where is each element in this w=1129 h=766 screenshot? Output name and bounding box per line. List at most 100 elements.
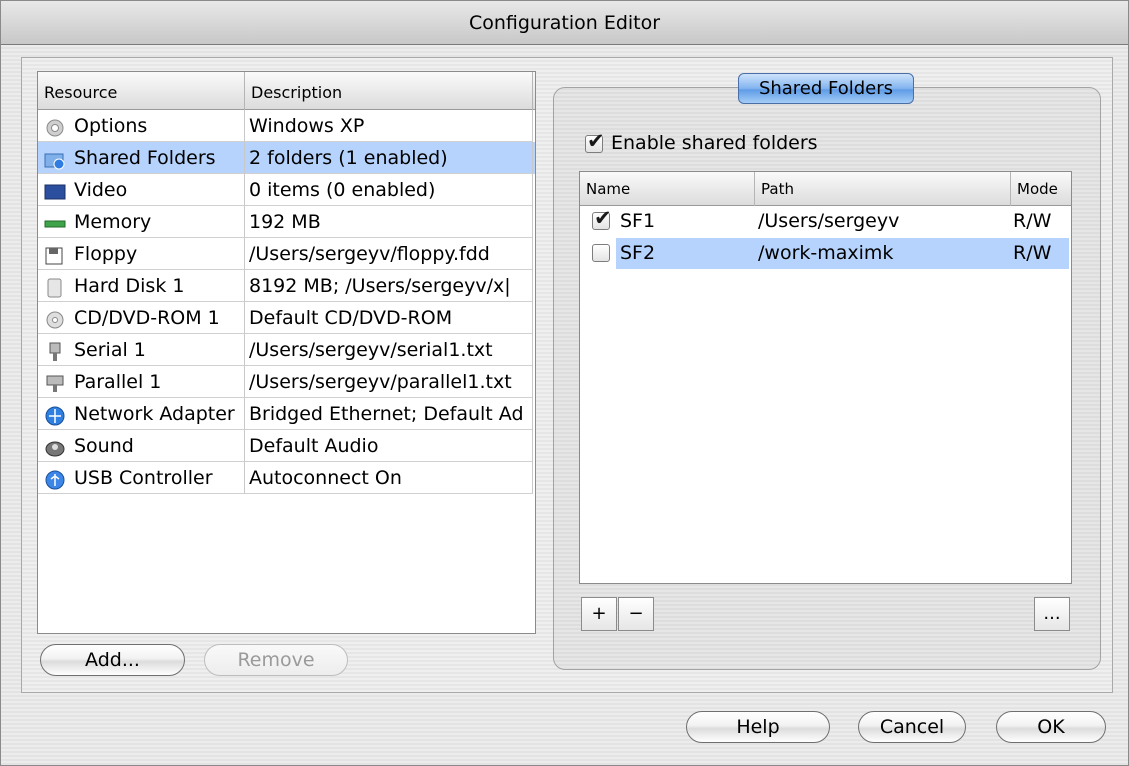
resource-description-cell: Default Audio [245,430,533,462]
resource-description: Default CD/DVD-ROM [249,307,453,329]
resource-description: Autoconnect On [249,467,402,489]
resource-name: Sound [74,435,134,457]
add-folder-button[interactable]: + [581,597,617,631]
resource-description: 0 items (0 enabled) [249,179,436,201]
resource-name-cell: CD/DVD-ROM 1 [38,302,245,334]
resource-name: Network Adapter [74,403,235,425]
resource-name-cell: Hard Disk 1 [38,270,245,302]
resource-description-cell: 0 items (0 enabled) [245,174,533,206]
resource-row[interactable]: Hard Disk 1 8192 MB; /Users/sergeyv/x| [38,270,535,302]
resource-row[interactable]: Serial 1/Users/sergeyv/serial1.txt [38,334,535,366]
resource-row[interactable]: Floppy/Users/sergeyv/floppy.fdd [38,238,535,270]
resource-row[interactable]: Options Windows XP [38,110,535,142]
folder-path: /work-maximk [758,242,894,264]
enable-shared-folders-label[interactable]: Enable shared folders [611,132,818,154]
folder-name: SF2 [620,242,656,264]
resource-name-cell: Memory [38,206,245,238]
resource-name: Parallel 1 [74,371,162,393]
gear-icon [44,116,66,137]
resource-description: Default Audio [249,435,379,457]
ok-button[interactable]: OK [996,711,1106,743]
resource-name: Serial 1 [74,339,146,361]
serial-port-icon [44,340,66,361]
resource-row[interactable]: Shared Folders 2 folders (1 enabled) [38,142,535,174]
folder-options-button[interactable]: ... [1034,597,1070,631]
resource-name-cell: Sound [38,430,245,462]
resource-name: Video [74,179,128,201]
shared-folder-row[interactable]: SF2/work-maximk R/W [580,238,1069,269]
resource-description: Bridged Ethernet; Default Ad [249,403,524,425]
shared-folders-table[interactable]: Name Path Mode SF1/Users/sergeyvR/WSF2/w… [579,171,1072,584]
resource-row[interactable]: Sound Default Audio [38,430,535,462]
resource-description-cell: Default CD/DVD-ROM [245,302,533,334]
resource-table[interactable]: Resource Description Options Windows XP Sh… [37,71,536,634]
column-header-resource[interactable]: Resource [38,72,245,110]
resource-name: USB Controller [74,467,213,489]
resource-description: 8192 MB; /Users/sergeyv/x| [249,275,511,297]
resource-description: /Users/sergeyv/serial1.txt [249,339,493,361]
resource-description-cell: /Users/sergeyv/serial1.txt [245,334,533,366]
resource-row[interactable]: Network Adapter Bridged Ethernet; Default… [38,398,535,430]
resource-name: CD/DVD-ROM 1 [74,307,220,329]
configuration-editor-window: Configuration Editor Resource Descriptio… [0,0,1129,766]
resource-description: /Users/sergeyv/floppy.fdd [249,243,490,265]
resource-row[interactable]: Parallel 1/Users/sergeyv/parallel1.txt [38,366,535,398]
cd-icon [44,308,66,329]
column-header-description[interactable]: Description [245,72,533,110]
cancel-button[interactable]: Cancel [858,711,966,743]
resource-name: Options [74,115,148,137]
remove-folder-button[interactable]: − [618,597,654,631]
shared-folders-table-header: Name Path Mode [580,172,1071,206]
resource-description: Windows XP [249,115,365,137]
resource-row[interactable]: CD/DVD-ROM 1 Default CD/DVD-ROM [38,302,535,334]
resource-description-cell: 192 MB [245,206,533,238]
memory-icon [44,212,66,232]
help-button[interactable]: Help [686,711,830,743]
resource-description-cell: /Users/sergeyv/floppy.fdd [245,238,533,270]
floppy-icon [44,244,66,265]
shared-folder-row[interactable]: SF1/Users/sergeyv R/W [580,206,1069,237]
resource-name: Shared Folders [74,147,216,169]
resource-name-cell: USB Controller [38,462,245,494]
network-icon [44,404,66,426]
resource-name-cell: Video [38,174,245,206]
column-header-name[interactable]: Name [580,172,755,206]
resource-description-cell: Autoconnect On [245,462,533,494]
remove-button[interactable]: Remove [204,644,348,676]
folder-enabled-checkbox[interactable] [592,206,612,230]
resource-description-cell: 8192 MB; /Users/sergeyv/x| [245,270,533,302]
folder-mode: R/W [1013,210,1052,232]
resource-description-cell: 2 folders (1 enabled) [245,142,533,174]
folder-path: /Users/sergeyv [758,210,900,232]
sound-icon [44,436,66,457]
column-header-mode[interactable]: Mode [1011,172,1071,206]
shared-folder-icon [44,148,66,170]
hard-disk-icon [44,276,66,298]
enable-shared-folders-checkbox[interactable] [585,129,605,153]
video-icon [44,180,66,200]
resource-table-header: Resource Description [38,72,535,110]
resource-name: Floppy [74,243,138,265]
resource-name: Memory [74,211,152,233]
resource-description-cell: Windows XP [245,110,533,142]
resource-row[interactable]: Memory 192 MB [38,206,535,238]
resource-row[interactable]: Video 0 items (0 enabled) [38,174,535,206]
resource-name-cell: Floppy [38,238,245,270]
add-button[interactable]: Add... [40,644,185,676]
resource-name-cell: Parallel 1 [38,366,245,398]
resource-description: 192 MB [249,211,321,233]
column-header-path[interactable]: Path [755,172,1011,206]
usb-icon [44,468,66,490]
resource-description-cell: Bridged Ethernet; Default Ad [245,398,533,430]
resource-name: Hard Disk 1 [74,275,185,297]
resource-name-cell: Serial 1 [38,334,245,366]
resource-name-cell: Shared Folders [38,142,245,174]
resource-description: 2 folders (1 enabled) [249,147,448,169]
resource-name-cell: Options [38,110,245,142]
resource-description-cell: /Users/sergeyv/parallel1.txt [245,366,533,398]
window-title: Configuration Editor [1,1,1128,45]
resource-description: /Users/sergeyv/parallel1.txt [249,371,512,393]
folder-enabled-checkbox[interactable] [592,244,610,262]
resource-name-cell: Network Adapter [38,398,245,430]
resource-row[interactable]: USB Controller Autoconnect On [38,462,535,494]
